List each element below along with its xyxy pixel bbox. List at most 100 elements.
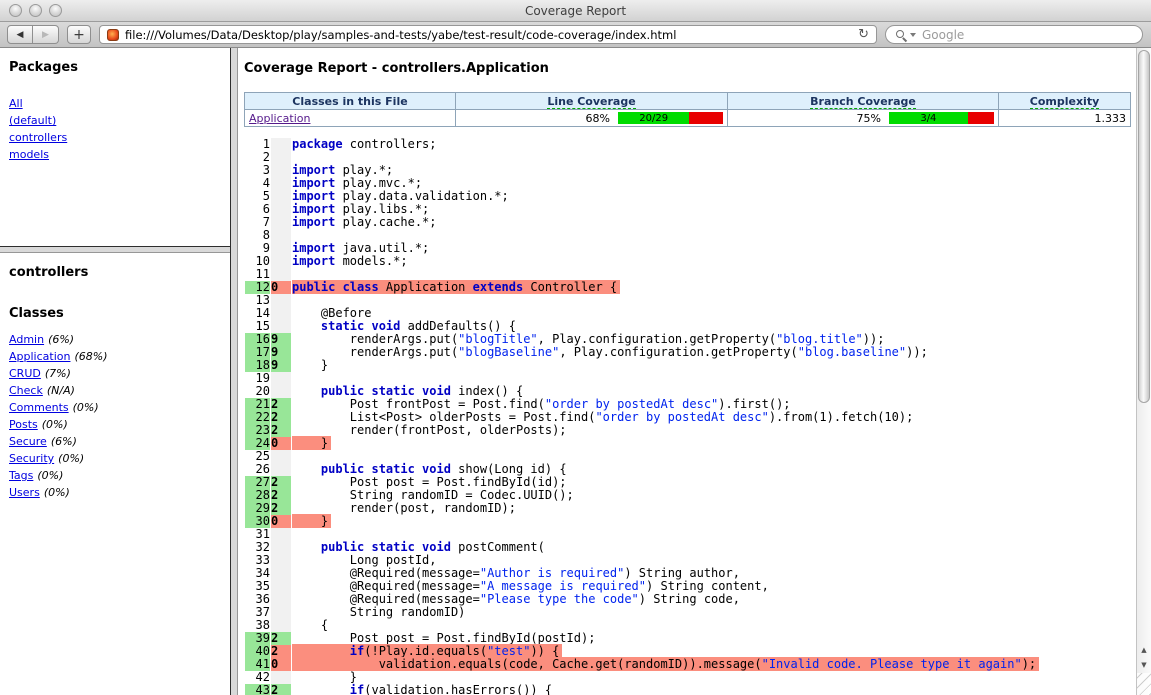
keyword-token: public class	[292, 280, 379, 294]
package-list-item: controllers	[9, 131, 226, 148]
package-link[interactable]: controllers	[9, 131, 67, 144]
keyword-token: import	[292, 215, 335, 229]
coverage-summary-table: Classes in this FileLine CoverageBranch …	[244, 92, 1131, 127]
search-icon[interactable]	[895, 29, 907, 41]
frame-divider-vertical[interactable]	[230, 48, 238, 695]
source-code: @Required(message="Author is required") …	[292, 566, 740, 580]
source-code: import play.data.validation.*;	[292, 189, 509, 203]
frame-divider-horizontal[interactable]	[0, 246, 230, 253]
classes-heading: Classes	[9, 306, 226, 321]
class-link[interactable]: CRUD	[9, 367, 41, 380]
back-button[interactable]: ◀	[7, 25, 33, 44]
class-link[interactable]: Admin	[9, 333, 44, 346]
package-list-item: models	[9, 148, 226, 165]
package-link[interactable]: models	[9, 148, 49, 161]
browser-toolbar: ◀ ▶ + file:///Volumes/Data/Desktop/play/…	[0, 22, 1151, 48]
source-code: public static void index() {	[292, 384, 523, 398]
search-engine-dropdown-icon[interactable]	[910, 33, 916, 37]
minimize-window-button[interactable]	[29, 4, 42, 17]
browser-window: Coverage Report ◀ ▶ + file:///Volumes/Da…	[0, 0, 1151, 695]
search-field[interactable]: Google	[885, 25, 1143, 44]
class-list-item: Application(68%)	[9, 350, 226, 367]
code-line: 410 validation.equals(code, Cache.get(ra…	[245, 658, 1039, 671]
source-cell: render(frontPost, olderPosts);	[292, 424, 1039, 437]
keyword-token: extends	[473, 280, 524, 294]
class-list-item: Security (0%)	[9, 452, 226, 469]
source-code: renderArgs.put("blogTitle", Play.configu…	[292, 332, 884, 346]
zoom-window-button[interactable]	[49, 4, 62, 17]
hit-count	[271, 203, 291, 216]
new-tab-button[interactable]: +	[67, 25, 91, 44]
reload-icon[interactable]: ↻	[858, 28, 869, 41]
source-code: import models.*;	[292, 254, 408, 268]
class-list-item: Posts (0%)	[9, 418, 226, 435]
source-cell	[292, 151, 1039, 164]
class-link[interactable]: Secure	[9, 435, 47, 448]
keyword-token: if	[350, 683, 364, 695]
hit-count: 0	[271, 281, 291, 294]
string-token: "blogBaseline"	[458, 345, 559, 359]
hit-count	[271, 528, 291, 541]
close-window-button[interactable]	[9, 4, 22, 17]
class-link[interactable]: Check	[9, 384, 43, 397]
source-code: List<Post> olderPosts = Post.find("order…	[292, 410, 913, 424]
class-link[interactable]: Users	[9, 486, 40, 499]
source-code: }	[292, 436, 331, 450]
hit-count: 0	[271, 515, 291, 528]
branch-coverage-bar-covered: 3/4	[889, 112, 968, 124]
forward-button[interactable]: ▶	[33, 25, 59, 44]
window-resize-grip-icon[interactable]	[1137, 673, 1151, 695]
source-cell: }	[292, 515, 1039, 528]
class-list-item: Comments(0%)	[9, 401, 226, 418]
class-coverage-percent: (0%)	[58, 452, 84, 465]
package-list-item: All	[9, 97, 226, 114]
string-token: "blog.title"	[776, 332, 863, 346]
line-coverage-bar-covered: 20/29	[618, 112, 689, 124]
string-token: "blog.baseline"	[798, 345, 906, 359]
class-coverage-percent: (0%)	[44, 486, 70, 499]
class-link[interactable]: Tags	[9, 469, 33, 482]
class-link-application[interactable]: Application	[249, 112, 310, 125]
source-code: @Before	[292, 306, 371, 320]
class-link[interactable]: Security	[9, 452, 54, 465]
hit-count: 0	[271, 658, 291, 671]
page-content: Packages All (default) controllers models c…	[0, 48, 1151, 695]
package-link[interactable]: (default)	[9, 114, 56, 127]
class-list-item: Secure(6%)	[9, 435, 226, 452]
keyword-token: package	[292, 137, 343, 151]
packages-heading: Packages	[9, 60, 226, 75]
string-token: "Please type the code"	[480, 592, 639, 606]
source-cell: renderArgs.put("blogBaseline", Play.conf…	[292, 346, 1039, 359]
scrollbar-thumb[interactable]	[1138, 50, 1150, 403]
address-bar[interactable]: file:///Volumes/Data/Desktop/play/sample…	[99, 25, 877, 44]
code-line: 7import play.cache.*;	[245, 216, 1039, 229]
line-coverage-bar-uncovered	[689, 112, 723, 124]
scrollbar[interactable]: ▲ ▼	[1136, 48, 1151, 695]
source-code: if(!Play.id.equals("test")) {	[292, 644, 562, 658]
complexity-cell: 1.333	[999, 110, 1131, 127]
keyword-token: static void	[321, 319, 400, 333]
hit-count	[271, 229, 291, 242]
source-code: }	[292, 514, 331, 528]
scroll-up-icon[interactable]: ▲	[1137, 643, 1151, 658]
keyword-token: import	[292, 241, 335, 255]
hit-count	[271, 450, 291, 463]
package-link[interactable]: All	[9, 97, 23, 110]
source-cell: import play.cache.*;	[292, 216, 1039, 229]
class-link[interactable]: Application	[9, 350, 70, 363]
string-token: "order by postedAt desc"	[545, 397, 718, 411]
package-name-heading: controllers	[9, 265, 226, 280]
hit-count	[271, 190, 291, 203]
class-link[interactable]: Posts	[9, 418, 38, 431]
coverage-column-header-label: Classes in this File	[292, 95, 407, 108]
source-cell: validation.equals(code, Cache.get(random…	[292, 658, 1039, 671]
source-code: package controllers;	[292, 137, 437, 151]
code-line: 179 renderArgs.put("blogBaseline", Play.…	[245, 346, 1039, 359]
hit-count	[271, 554, 291, 567]
scroll-down-icon[interactable]: ▼	[1137, 658, 1151, 673]
class-coverage-percent: (0%)	[42, 418, 68, 431]
source-code: import play.*;	[292, 163, 393, 177]
class-link[interactable]: Comments	[9, 401, 69, 414]
source-cell: String randomID)	[292, 606, 1039, 619]
source-cell: }	[292, 359, 1039, 372]
